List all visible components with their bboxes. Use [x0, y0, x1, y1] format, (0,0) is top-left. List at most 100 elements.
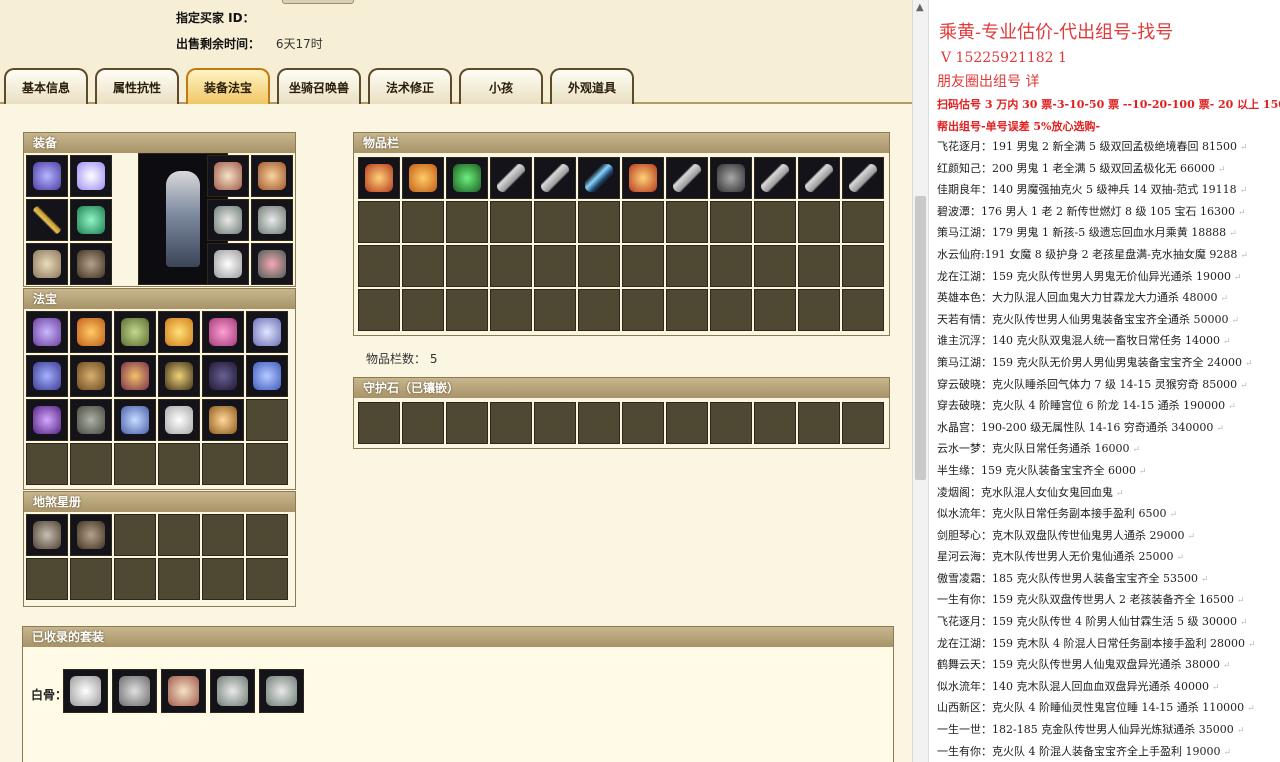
- inventory-slot[interactable]: [402, 157, 444, 199]
- empty-slot: [710, 245, 752, 287]
- treasure-slot[interactable]: [70, 355, 112, 397]
- scrollbar-thumb[interactable]: [915, 196, 926, 480]
- inventory-slot[interactable]: [490, 157, 532, 199]
- list-item: 天若有情：克火队传世男人仙男鬼装备宝宝齐全通杀 50000: [937, 309, 1256, 331]
- empty-slot: [622, 201, 664, 243]
- treasure-slot[interactable]: [26, 399, 68, 441]
- inventory-slot[interactable]: [754, 157, 796, 199]
- equipment-slot[interactable]: [251, 155, 293, 197]
- treasure-slot[interactable]: [246, 355, 288, 397]
- tab-basic-info[interactable]: 基本信息: [4, 68, 88, 104]
- equipment-slot[interactable]: [70, 199, 112, 241]
- treasure-slot[interactable]: [202, 355, 244, 397]
- guard-stone-grid: [358, 402, 884, 444]
- empty-slot: [246, 443, 288, 485]
- empty-slot: [446, 201, 488, 243]
- treasure-slot[interactable]: [26, 355, 68, 397]
- empty-slot: [798, 245, 840, 287]
- star-card-slot[interactable]: [26, 514, 68, 556]
- treasure-slot[interactable]: [158, 311, 200, 353]
- treasure-slot[interactable]: [158, 399, 200, 441]
- treasure-slot[interactable]: [114, 311, 156, 353]
- tab-spell-modify[interactable]: 法术修正: [368, 68, 452, 104]
- empty-slot: [622, 289, 664, 331]
- equipment-slot[interactable]: [251, 199, 293, 241]
- treasure-slot[interactable]: [70, 399, 112, 441]
- star-book-grid: [26, 514, 288, 600]
- inventory-grid: [358, 157, 884, 331]
- list-item: 飞花逐月：191 男鬼 2 新全满 5 级双回孟极绝境春回 81500: [937, 136, 1256, 158]
- tab-child[interactable]: 小孩: [459, 68, 543, 104]
- empty-slot: [158, 514, 200, 556]
- notes-note-line: 帮出组号-单号误差 5%放心选购-: [937, 120, 1101, 133]
- empty-slot: [666, 289, 708, 331]
- inventory-slot[interactable]: [578, 157, 620, 199]
- inventory-slot[interactable]: [798, 157, 840, 199]
- inventory-slot[interactable]: [358, 157, 400, 199]
- inventory-slot[interactable]: [622, 157, 664, 199]
- list-item: 一生一世：182-185 克金队传世男人仙异光炼狱通杀 35000: [937, 719, 1256, 741]
- equipment-left-grid: [26, 155, 112, 285]
- notes-title: 乘黄-专业估价-代出组号-找号: [939, 22, 1174, 43]
- white-bone-set-items: [63, 669, 304, 713]
- notes-listing: 飞花逐月：191 男鬼 2 新全满 5 级双回孟极绝境春回 81500 红颜知己…: [937, 136, 1256, 762]
- tab-equipment[interactable]: 装备法宝: [186, 68, 270, 104]
- list-item: 策马江湖：159 克火队无价男人男仙男鬼装备宝宝齐全 24000: [937, 352, 1256, 374]
- inventory-panel: 物品栏: [353, 132, 890, 336]
- equipment-slot[interactable]: [251, 243, 293, 285]
- equipment-slot[interactable]: [26, 199, 68, 241]
- inventory-count-value: 5: [429, 352, 438, 366]
- equipment-slot[interactable]: [207, 243, 249, 285]
- tab-appearance[interactable]: 外观道具: [550, 68, 634, 104]
- equipment-slot[interactable]: [26, 243, 68, 285]
- treasure-slot[interactable]: [26, 311, 68, 353]
- tab-mounts-pets[interactable]: 坐骑召唤兽: [277, 68, 361, 104]
- empty-slot: [402, 201, 444, 243]
- equipment-title: 装备: [24, 133, 295, 153]
- list-item: 穿云破晓：克火队睡杀回气体力 7 级 14-15 灵猴穷奇 85000: [937, 374, 1256, 396]
- empty-slot: [534, 289, 576, 331]
- header-button[interactable]: [282, 0, 354, 4]
- equipment-slot[interactable]: [70, 243, 112, 285]
- treasure-slot[interactable]: [158, 355, 200, 397]
- guard-stone-slot: [358, 402, 400, 444]
- guard-stone-slot: [666, 402, 708, 444]
- treasure-slot[interactable]: [70, 311, 112, 353]
- inventory-slot[interactable]: [666, 157, 708, 199]
- set-item-slot[interactable]: [112, 669, 157, 713]
- tab-attributes[interactable]: 属性抗性: [95, 68, 179, 104]
- treasure-slot[interactable]: [202, 311, 244, 353]
- page-scrollbar[interactable]: ▲: [912, 0, 928, 762]
- guard-stone-panel: 守护石（已镶嵌）: [353, 377, 890, 449]
- equipment-slot[interactable]: [26, 155, 68, 197]
- equipment-slot[interactable]: [207, 199, 249, 241]
- list-item: 似水流年：140 克木队混人回血血双盘异光通杀 40000: [937, 676, 1256, 698]
- inventory-slot[interactable]: [446, 157, 488, 199]
- equipment-slot[interactable]: [207, 155, 249, 197]
- set-item-slot[interactable]: [63, 669, 108, 713]
- set-item-slot[interactable]: [210, 669, 255, 713]
- treasure-slot[interactable]: [114, 355, 156, 397]
- star-card-slot[interactable]: [70, 514, 112, 556]
- inventory-slot[interactable]: [710, 157, 752, 199]
- list-item: 一生有你：159 克火队双盘传世男人 2 老孩装备齐全 16500: [937, 589, 1256, 611]
- scroll-up-icon[interactable]: ▲: [916, 2, 924, 13]
- inventory-slot[interactable]: [534, 157, 576, 199]
- set-item-slot[interactable]: [259, 669, 304, 713]
- treasure-slot[interactable]: [246, 311, 288, 353]
- inventory-slot[interactable]: [842, 157, 884, 199]
- guard-stone-slot: [798, 402, 840, 444]
- treasure-title: 法宝: [24, 289, 295, 309]
- treasure-slot[interactable]: [202, 399, 244, 441]
- guard-stone-slot: [622, 402, 664, 444]
- empty-slot: [202, 443, 244, 485]
- treasure-slot[interactable]: [114, 399, 156, 441]
- empty-slot: [798, 289, 840, 331]
- equipment-slot[interactable]: [70, 155, 112, 197]
- empty-slot: [114, 558, 156, 600]
- empty-slot: [246, 558, 288, 600]
- list-item: 星河云海：克木队传世男人无价鬼仙通杀 25000: [937, 546, 1256, 568]
- set-item-slot[interactable]: [161, 669, 206, 713]
- character-figure: [166, 171, 200, 267]
- treasure-grid: [26, 311, 288, 485]
